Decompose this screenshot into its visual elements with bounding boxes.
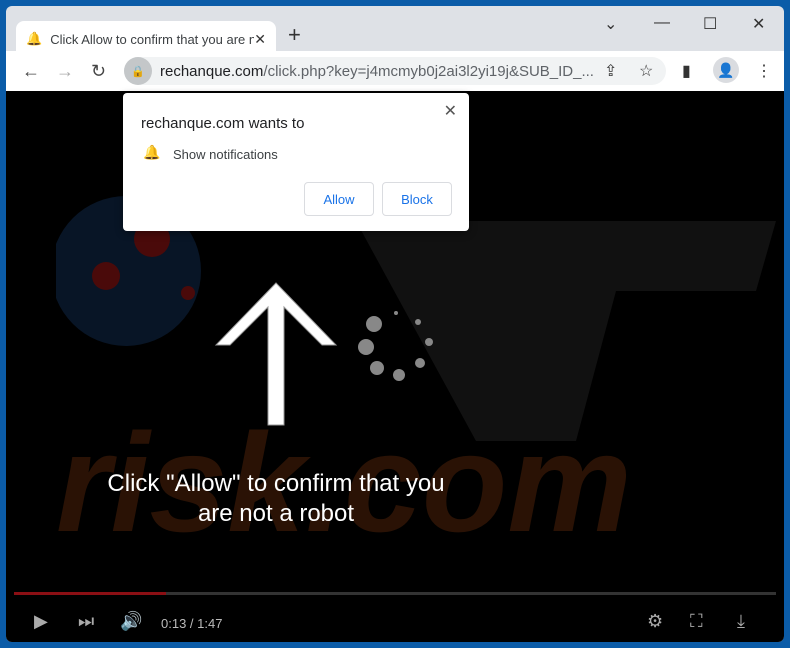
- permission-text: Show notifications: [173, 147, 278, 162]
- new-tab-button[interactable]: +: [288, 22, 301, 48]
- back-icon[interactable]: ←: [22, 61, 40, 82]
- tab-close-icon[interactable]: ✕: [254, 31, 266, 48]
- block-button[interactable]: Block: [382, 182, 452, 216]
- next-icon[interactable]: ⏭: [78, 611, 94, 632]
- video-progress-bar[interactable]: [14, 592, 776, 595]
- profile-avatar-icon[interactable]: 👤: [713, 57, 739, 83]
- close-window-button[interactable]: ✕: [752, 14, 765, 34]
- download-icon[interactable]: ⤓: [737, 611, 745, 632]
- url-path: /click.php?key=j4mcmyb0j2ai3l2yi19j&SUB_…: [263, 62, 594, 80]
- tab-search-icon[interactable]: ⌄: [604, 14, 617, 34]
- up-arrow-icon: [214, 282, 338, 426]
- message-line1: Click "Allow" to confirm that you: [107, 470, 445, 497]
- share-icon[interactable]: ⇪: [604, 61, 617, 81]
- settings-gear-icon[interactable]: ⚙: [647, 611, 663, 632]
- page-content: risk.com Click "Allow" to confirm that y…: [6, 91, 784, 642]
- lock-icon[interactable]: 🔒: [124, 57, 152, 85]
- tab-title: Click Allow to confirm that you are not …: [50, 31, 255, 47]
- popup-heading: rechanque.com wants to: [141, 115, 305, 132]
- play-icon[interactable]: ▶: [34, 611, 48, 632]
- video-time: 0:13 / 1:47: [161, 616, 223, 631]
- fullscreen-icon[interactable]: ⛶: [690, 611, 703, 632]
- menu-icon[interactable]: ⋮: [756, 61, 772, 81]
- toolbar: ← → ↻ 🔒 rechanque.com/click.php?key=j4mc…: [6, 51, 784, 91]
- close-popup-icon[interactable]: ✕: [444, 101, 457, 121]
- side-panel-icon[interactable]: ▮: [682, 61, 691, 81]
- reload-icon[interactable]: ↻: [91, 61, 106, 82]
- minimize-button[interactable]: —: [654, 14, 670, 32]
- bell-tab-icon: 🔔: [26, 31, 43, 46]
- allow-button[interactable]: Allow: [304, 182, 374, 216]
- message-line2: are not a robot: [197, 500, 355, 527]
- maximize-button[interactable]: ☐: [703, 14, 717, 34]
- forward-icon[interactable]: →: [56, 61, 74, 82]
- robot-message: Click "Allow" to confirm that you are no…: [76, 469, 476, 529]
- bell-icon: 🔔: [143, 144, 161, 160]
- star-icon[interactable]: ☆: [639, 61, 653, 81]
- browser-window: 🔔 Click Allow to confirm that you are no…: [6, 6, 784, 642]
- volume-icon[interactable]: 🔊: [120, 611, 142, 632]
- notification-permission-popup: ✕ rechanque.com wants to 🔔 Show notifica…: [123, 93, 469, 231]
- address-bar[interactable]: 🔒 rechanque.com/click.php?key=j4mcmyb0j2…: [124, 57, 666, 85]
- progress-fill: [14, 592, 167, 595]
- loading-spinner-icon: [358, 311, 433, 381]
- url-domain: rechanque.com: [160, 62, 264, 80]
